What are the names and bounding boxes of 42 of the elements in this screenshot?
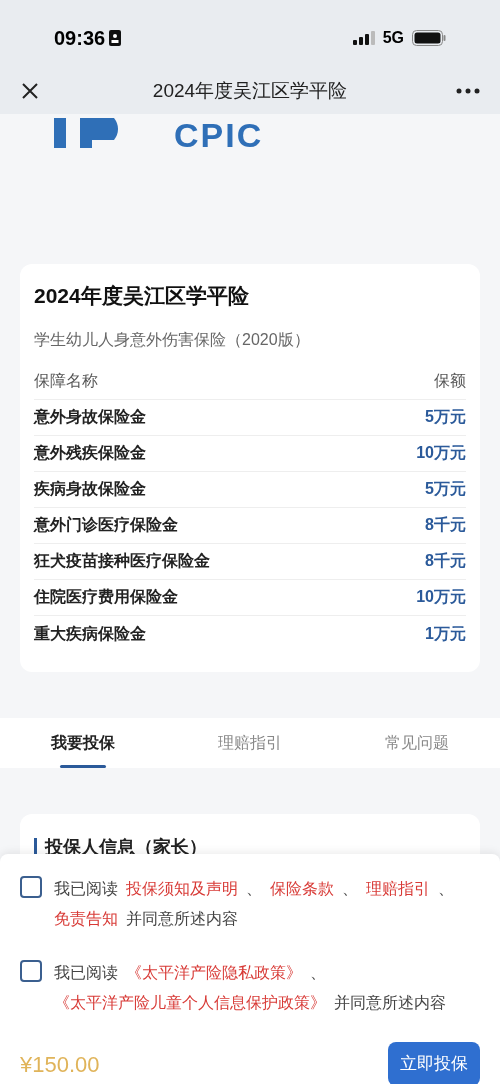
policy-link[interactable]: 理赔指引 (366, 880, 430, 897)
buy-button[interactable]: 立即投保 (388, 1042, 480, 1084)
plan-title: 2024年度吴江区学平险 (34, 283, 250, 309)
close-icon[interactable] (20, 81, 40, 101)
coverage-amount: 5万元 (425, 479, 466, 499)
policy-link[interactable]: 保险条款 (270, 880, 334, 897)
policy-link[interactable]: 《太平洋产险儿童个人信息保护政策》 (54, 994, 326, 1011)
more-icon[interactable] (456, 88, 480, 94)
battery-icon (412, 30, 446, 46)
coverage-amount: 8千元 (425, 551, 466, 571)
coverage-name: 狂犬疫苗接种医疗保险金 (34, 551, 210, 571)
logo-text: CPIC (174, 118, 264, 152)
tab[interactable]: 我要投保 (0, 717, 167, 768)
coverage-amount: 8千元 (425, 515, 466, 535)
id-card-icon (109, 30, 122, 46)
coverage-amount: 10万元 (416, 443, 466, 463)
price: ¥150.00 (20, 1050, 100, 1079)
column-header: 保额 (434, 371, 466, 391)
coverage-name: 意外残疾保险金 (34, 443, 146, 463)
coverage-amount: 1万元 (425, 623, 466, 644)
coverage-name: 住院医疗费用保险金 (34, 587, 178, 607)
tab[interactable]: 常见问题 (333, 717, 500, 768)
policy-link[interactable]: 《太平洋产险隐私政策》 (126, 964, 302, 981)
coverage-amount: 10万元 (416, 587, 466, 607)
agreement-text: 我已阅读 投保须知及声明 、 保险条款 、 理赔指引 、 免责告知 并同意所述内容 (53, 879, 455, 929)
plan-subtitle: 学生幼儿人身意外伤害保险（2020版） (34, 329, 311, 350)
policy-link[interactable]: 免责告知 (54, 910, 118, 927)
coverage-name: 意外门诊医疗保险金 (34, 515, 178, 535)
signal-icon (352, 31, 375, 45)
coverage-amount: 5万元 (425, 407, 466, 427)
network-label: 5G (382, 28, 404, 48)
coverage-name: 重大疾病保险金 (34, 623, 146, 644)
coverage-name: 疾病身故保险金 (34, 479, 146, 499)
status-time: 09:36 (54, 26, 106, 51)
page-title: 2024年度吴江区学平险 (152, 78, 348, 103)
policy-link[interactable]: 投保须知及声明 (126, 880, 238, 897)
agreement-text: 我已阅读 《太平洋产险隐私政策》 、 《太平洋产险儿童个人信息保护政策》 并同意所述内容 (53, 963, 447, 1013)
column-header: 保障名称 (34, 371, 98, 391)
tab[interactable]: 理赔指引 (166, 717, 334, 768)
coverage-name: 意外身故保险金 (34, 407, 146, 427)
agreement-checkbox[interactable] (20, 960, 42, 982)
agreement-checkbox[interactable] (20, 876, 42, 898)
